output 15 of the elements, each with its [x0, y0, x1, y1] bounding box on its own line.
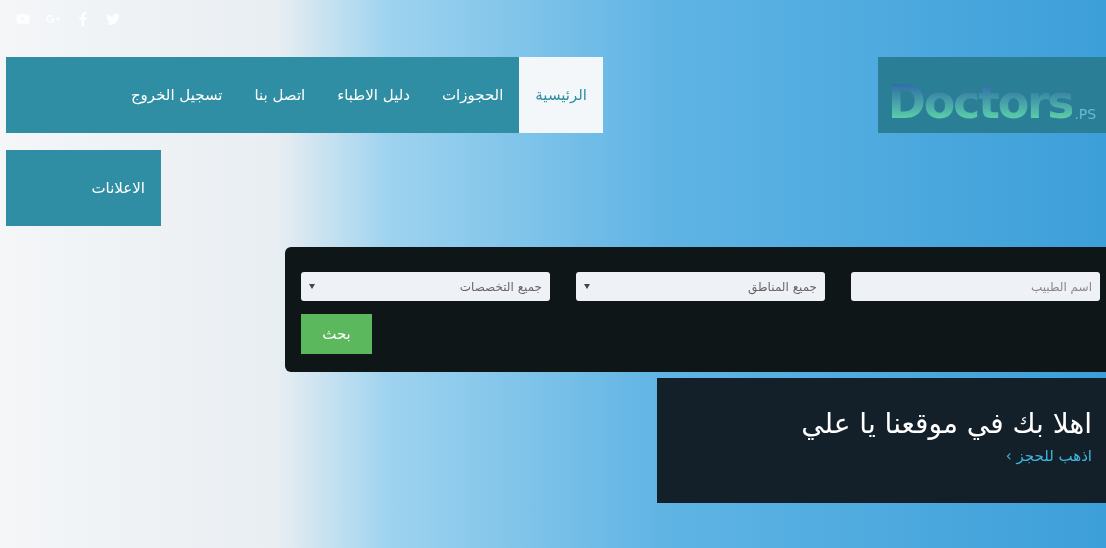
nav-tab[interactable]: اتصل بنا	[238, 57, 322, 133]
logo-suffix: .PS	[1074, 105, 1097, 124]
dropdown-caret-icon	[309, 284, 315, 289]
nav-tab[interactable]: الحجوزات	[425, 57, 520, 133]
doctor-name-field[interactable]: اسم الطبيب	[851, 272, 1100, 301]
nav-tab[interactable]: الرئيسية	[519, 57, 603, 133]
select-dropdown[interactable]: جميع المناطق	[576, 272, 825, 301]
select-dropdown[interactable]: جميع التخصصات	[301, 272, 550, 301]
ads-menu-item[interactable]: الاعلانات	[6, 150, 161, 226]
welcome-heading: اهلا بك في موقعنا يا علي	[801, 406, 1092, 441]
nav-tab[interactable]: تسجيل الخروج	[114, 57, 239, 133]
nav-tab[interactable]: دليل الاطباء	[321, 57, 426, 133]
booking-link[interactable]: اذهب للحجز ›	[1005, 445, 1092, 468]
search-button[interactable]: بحث	[301, 314, 372, 354]
dropdown-caret-icon	[584, 284, 590, 289]
